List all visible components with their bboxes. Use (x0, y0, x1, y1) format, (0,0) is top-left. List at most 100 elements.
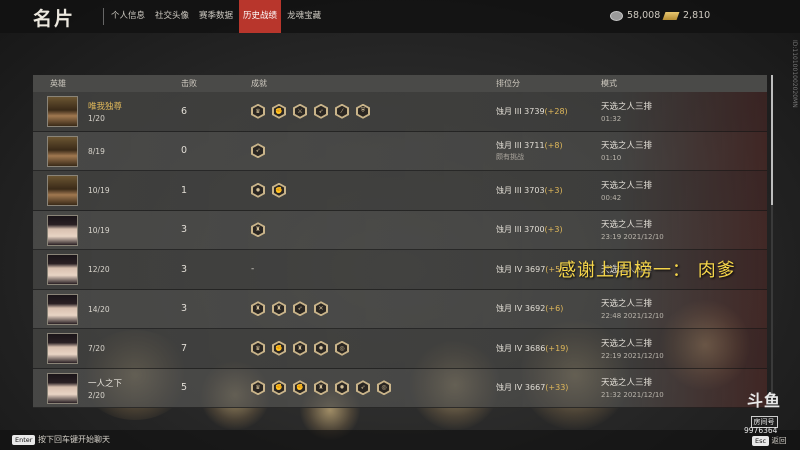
rank-delta: (+3) (544, 225, 563, 235)
achievement-glyph: ◎ (337, 342, 347, 354)
mode-name: 天选之人三排 (601, 220, 653, 231)
mode-cell: 天选之人三排 22:48 2021/12/10 (601, 297, 721, 320)
tab-season-data[interactable]: 赛季数据 (195, 0, 237, 33)
helmet-icon[interactable]: ♜ (293, 340, 307, 356)
gold-currency: 2,810 (662, 10, 710, 21)
hero-cell: 14/20 (33, 290, 181, 329)
mode-name: 天选之人三排 (601, 180, 653, 191)
rank-score: 3711 (524, 140, 545, 150)
table-row[interactable]: 8/19 0 ➶ 蚀月 III 3711(+8) 颇有挑战 天选之人三排 01:… (33, 131, 767, 171)
esc-back-button[interactable]: Esc 返回 (752, 435, 786, 446)
hero-title: 唯我独尊 (88, 102, 123, 112)
mode-name: 天选之人三排 (601, 378, 653, 389)
column-header-rank-score: 排位分 (496, 79, 520, 88)
achievement-glyph: ✹ (316, 342, 326, 354)
fire-icon[interactable]: ✹ (251, 182, 265, 198)
achievement-glyph: ➶ (316, 105, 326, 117)
achievement-glyph: ♛ (253, 105, 263, 117)
arrow-icon[interactable]: ➶ (356, 380, 370, 396)
fist-icon[interactable]: ✊ (293, 380, 307, 396)
achievements-cell: ♜ (251, 222, 496, 238)
rank-tier: 蚀月 IV (496, 304, 523, 314)
hero-avatar (47, 96, 78, 127)
fist-icon[interactable]: ✊ (272, 340, 286, 356)
mode-name: 天选之人三排 (601, 338, 653, 349)
rank-tier: 蚀月 III (496, 140, 522, 150)
match-history-table: 英雄 击败 成就 排位分 模式 唯我独尊 1/20 6 ♛ ✊ ⚔ ➶ ⁄ ⛨ 蚀月 II… (33, 75, 767, 408)
fire-icon[interactable]: ✹ (335, 380, 349, 396)
placement: 14/20 (88, 304, 110, 314)
kills-count: 5 (181, 382, 188, 394)
table-row[interactable]: 10/19 3 ♜ 蚀月 III 3700(+3) 天选之人三排 23:19 2… (33, 210, 767, 250)
hero-cell: 唯我独尊 1/20 (33, 92, 181, 131)
helmet-icon[interactable]: ♜ (251, 301, 265, 317)
rank-score: 3667 (524, 383, 546, 393)
scrollbar-thumb[interactable] (771, 75, 773, 205)
shield-icon[interactable]: ⛨ (356, 103, 370, 119)
rank-tier: 蚀月 III (496, 106, 522, 116)
table-row[interactable]: 7/20 7 ♛ ✊ ♜ ✹ ◎ 蚀月 IV 3686(+19) 天选之人三排 22:1… (33, 329, 767, 369)
swords-icon[interactable]: ⚔ (293, 103, 307, 119)
achievements-cell: ♛ ✊ ⚔ ➶ ⁄ ⛨ (251, 103, 496, 119)
tab-personal-info[interactable]: 个人信息 (107, 0, 149, 33)
rank-tier: 蚀月 III (496, 225, 522, 235)
fire-icon[interactable]: ✹ (314, 340, 328, 356)
hero-avatar (47, 214, 78, 246)
achievement-glyph: ✊ (274, 184, 284, 196)
match-time: 22:48 2021/12/10 (601, 312, 664, 321)
arrow-icon[interactable]: ➶ (314, 103, 328, 119)
match-time: 21:32 2021/12/10 (601, 391, 664, 400)
placement: 7/20 (88, 344, 105, 353)
fist-icon[interactable]: ✊ (272, 380, 286, 396)
kills-count: 1 (181, 184, 188, 196)
fist-icon[interactable]: ✊ (272, 182, 286, 198)
rank-score-cell: 蚀月 III 3703(+3) (496, 185, 601, 196)
mode-name: 天选之人三排 (601, 101, 653, 112)
tab-social-avatar[interactable]: 社交头像 (151, 0, 193, 33)
rank-score: 3686 (524, 343, 546, 353)
tab-dragon-treasure[interactable]: 龙魂宝藏 (283, 0, 325, 33)
crown-icon[interactable]: ♛ (251, 380, 265, 396)
fist-icon[interactable]: ✊ (272, 103, 286, 119)
table-row[interactable]: 一人之下 2/20 5 ♛ ✊ ✊ ♜ ✹ ➶ ◎ 蚀月 IV 3667(+33) 天选之人… (33, 368, 767, 408)
placement: 8/19 (88, 146, 105, 156)
table-row[interactable]: 14/20 3 ♜ ♜ ➶ ✕ 蚀月 IV 3692(+6) 天选之人三排 22:48… (33, 289, 767, 329)
rank-score-cell: 蚀月 IV 3686(+19) (496, 343, 601, 354)
achievement-glyph: ➶ (295, 303, 305, 315)
table-row[interactable]: 唯我独尊 1/20 6 ♛ ✊ ⚔ ➶ ⁄ ⛨ 蚀月 III 3739(+28) 天选之人… (33, 92, 767, 132)
achievement-glyph: ✊ (295, 382, 305, 394)
table-row[interactable]: 10/19 1 ✹ ✊ 蚀月 III 3703(+3) 天选之人三排 00:42 (33, 171, 767, 211)
achievement-glyph: ♜ (253, 303, 263, 315)
arrow-icon[interactable]: ➶ (293, 301, 307, 317)
tab-match-history[interactable]: 历史战绩 (239, 0, 282, 33)
helmet-icon[interactable]: ♜ (272, 301, 286, 317)
hero-cell: 12/20 (33, 250, 181, 289)
helmet-icon[interactable]: ♜ (314, 380, 328, 396)
hero-avatar (47, 135, 78, 167)
achievements-cell: ♛ ✊ ✊ ♜ ✹ ➶ ◎ (251, 380, 496, 396)
column-header-hero: 英雄 (50, 79, 66, 88)
achievements-cell: ♛ ✊ ♜ ✹ ◎ (251, 340, 496, 356)
target-icon[interactable]: ◎ (335, 340, 349, 356)
cross-icon[interactable]: ✕ (314, 301, 328, 317)
chat-hint: Enter 按下回车键开始聊天 (12, 434, 110, 445)
achievement-glyph: ✹ (253, 184, 263, 196)
kills-count: 3 (181, 224, 188, 236)
arrow-icon[interactable]: ➶ (251, 143, 265, 159)
match-time: 23:19 2021/12/10 (601, 233, 664, 242)
mode-name: 天选之人三排 (601, 299, 653, 310)
achievement-glyph: ♛ (253, 382, 263, 394)
target-icon[interactable]: ◎ (377, 380, 391, 396)
rank-tier: 蚀月 IV (496, 264, 523, 274)
achievements-cell: ♜ ♜ ➶ ✕ (251, 301, 496, 317)
mode-cell: 天选之人三排 00:42 (601, 179, 721, 202)
crown-icon[interactable]: ♛ (251, 103, 265, 119)
esc-label: 返回 (771, 436, 787, 445)
achievement-glyph: ✕ (316, 303, 326, 315)
helmet-icon[interactable]: ♜ (251, 222, 265, 238)
slash-icon[interactable]: ⁄ (335, 103, 349, 119)
rank-score: 3697 (524, 264, 546, 274)
kills-count: 7 (181, 342, 188, 354)
hero-cell: 7/20 (33, 329, 181, 368)
crown-icon[interactable]: ♛ (251, 340, 265, 356)
